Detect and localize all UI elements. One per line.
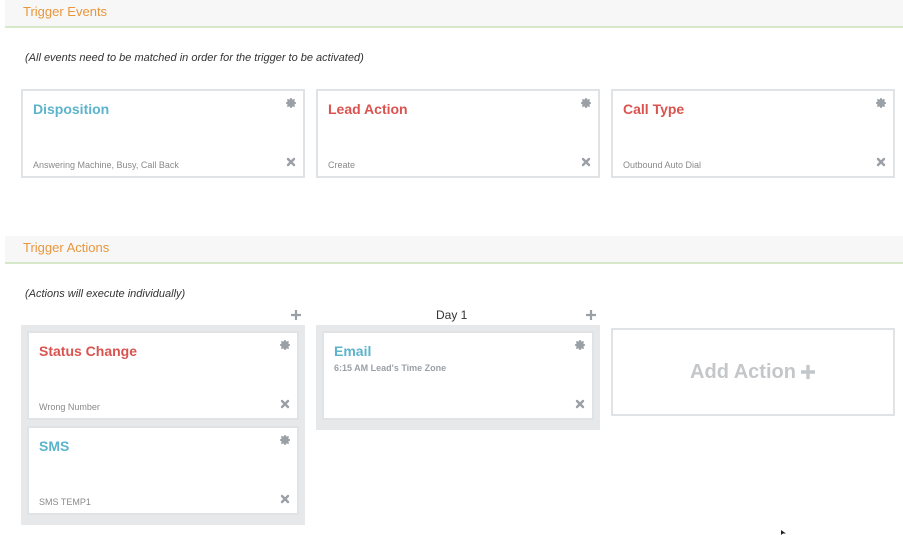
action-card-title: Status Change bbox=[39, 343, 138, 359]
gear-icon[interactable] bbox=[285, 97, 297, 109]
trigger-actions-header: Trigger Actions bbox=[5, 236, 903, 264]
event-card-disposition[interactable]: Disposition Answering Machine, Busy, Cal… bbox=[21, 89, 305, 178]
action-card-sms[interactable]: SMS SMS TEMP1 bbox=[27, 426, 299, 515]
close-icon[interactable] bbox=[580, 156, 592, 168]
event-card-title: Disposition bbox=[33, 101, 110, 117]
close-icon[interactable] bbox=[875, 156, 887, 168]
gear-icon[interactable] bbox=[574, 339, 586, 351]
gear-icon[interactable] bbox=[279, 339, 291, 351]
event-card-subtitle: Outbound Auto Dial bbox=[623, 160, 702, 170]
action-card-subtitle: Wrong Number bbox=[39, 402, 100, 412]
trigger-events-title: Trigger Events bbox=[23, 4, 108, 19]
gear-icon[interactable] bbox=[279, 434, 291, 446]
add-action-button[interactable]: Add Action bbox=[611, 328, 895, 416]
action-card-detail: 6:15 AM Lead's Time Zone bbox=[334, 363, 447, 373]
mouse-cursor-icon bbox=[781, 530, 786, 535]
event-card-title: Call Type bbox=[623, 101, 685, 117]
gear-icon[interactable] bbox=[875, 97, 887, 109]
trigger-actions-title: Trigger Actions bbox=[23, 240, 110, 255]
plus-icon bbox=[800, 364, 816, 380]
trigger-events-note: (All events need to be matched in order … bbox=[25, 52, 364, 64]
trigger-events-header: Trigger Events bbox=[5, 0, 903, 28]
event-card-lead-action[interactable]: Lead Action Create bbox=[316, 89, 600, 178]
action-card-title: Email bbox=[334, 343, 372, 359]
plus-icon[interactable] bbox=[585, 309, 597, 321]
action-card-email[interactable]: Email 6:15 AM Lead's Time Zone bbox=[322, 331, 594, 420]
close-icon[interactable] bbox=[279, 493, 291, 505]
action-card-subtitle: SMS TEMP1 bbox=[39, 497, 91, 507]
event-card-subtitle: Create bbox=[328, 160, 356, 170]
gear-icon[interactable] bbox=[580, 97, 592, 109]
event-card-subtitle: Answering Machine, Busy, Call Back bbox=[33, 160, 179, 170]
trigger-actions-note: (Actions will execute individually) bbox=[25, 288, 186, 300]
add-action-label: Add Action bbox=[690, 360, 796, 383]
close-icon[interactable] bbox=[574, 398, 586, 410]
plus-icon[interactable] bbox=[290, 309, 302, 321]
event-card-call-type[interactable]: Call Type Outbound Auto Dial bbox=[611, 89, 895, 178]
action-card-status-change[interactable]: Status Change Wrong Number bbox=[27, 331, 299, 420]
close-icon[interactable] bbox=[279, 398, 291, 410]
close-icon[interactable] bbox=[285, 156, 297, 168]
event-card-title: Lead Action bbox=[328, 101, 408, 117]
action-card-title: SMS bbox=[39, 438, 70, 454]
day-label: Day 1 bbox=[436, 308, 468, 322]
